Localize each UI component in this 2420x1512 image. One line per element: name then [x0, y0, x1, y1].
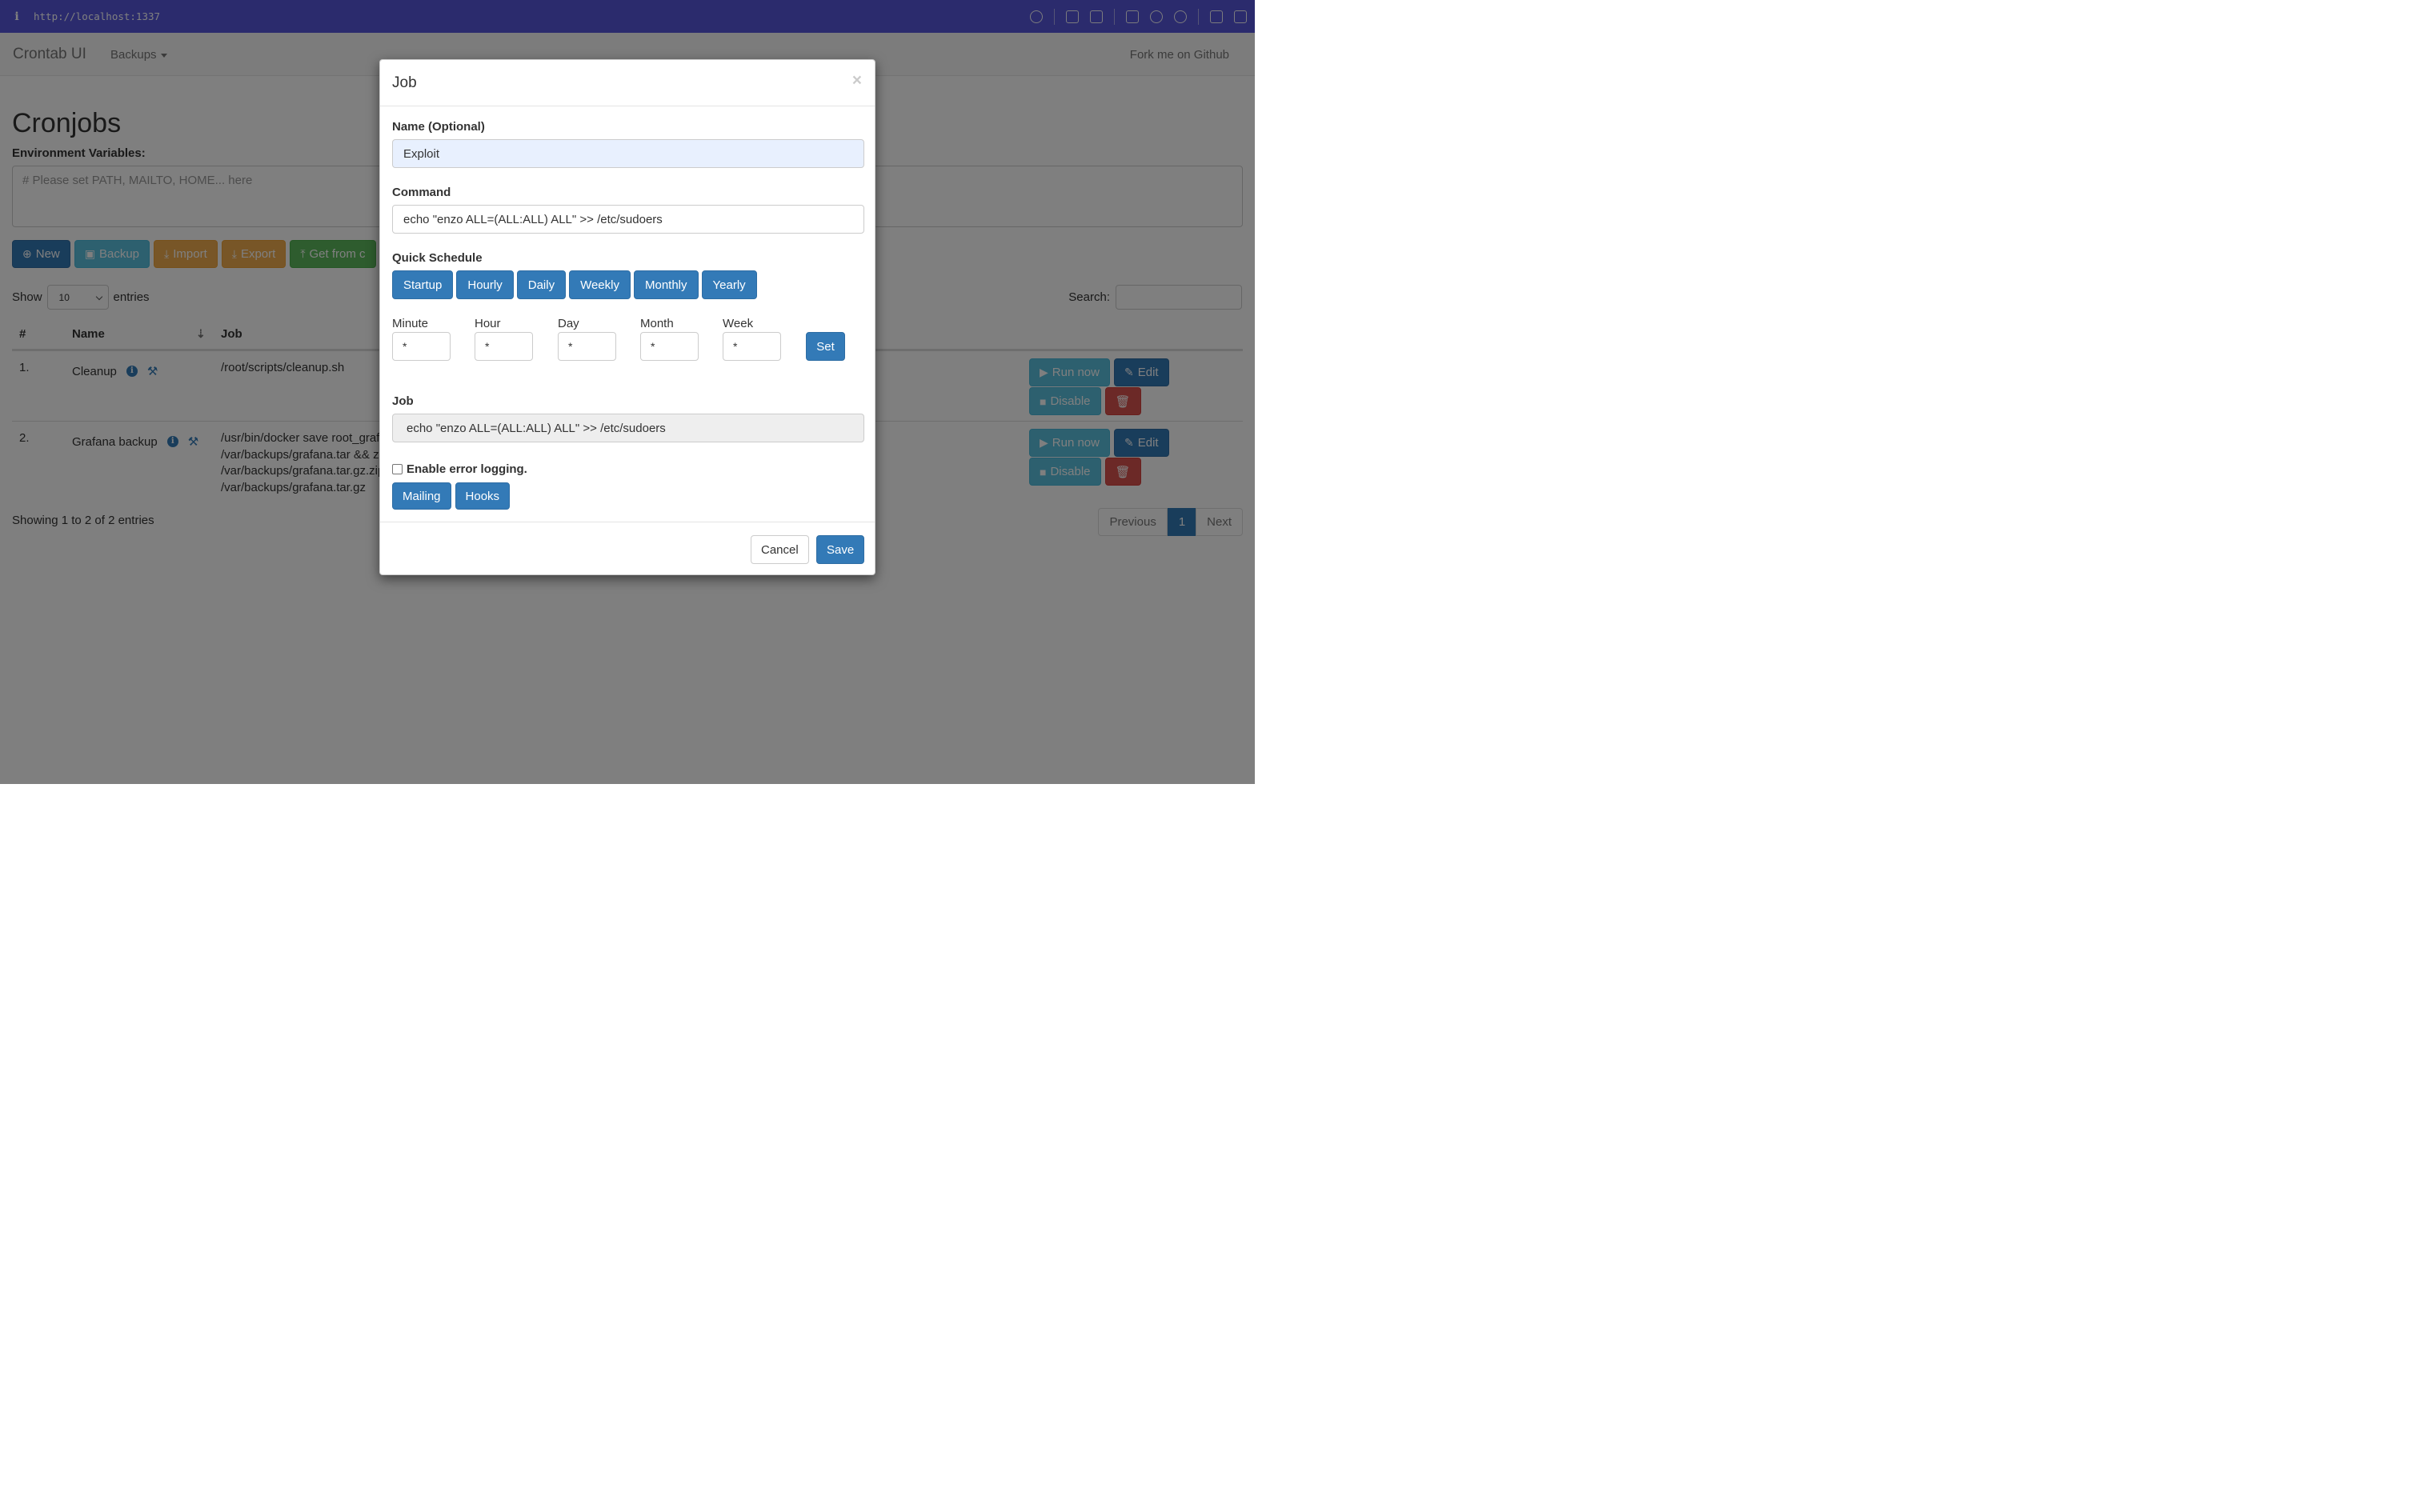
minute-input[interactable]: * — [392, 332, 451, 361]
error-logging-row: Enable error logging. — [392, 462, 527, 476]
yearly-button[interactable]: Yearly — [701, 270, 757, 299]
job-modal: Job × Name (Optional) Exploit Command ec… — [379, 59, 875, 575]
hourly-button[interactable]: Hourly — [456, 270, 514, 299]
options-buttons: Mailing Hooks — [392, 482, 511, 510]
minute-label: Minute — [392, 317, 429, 330]
save-button[interactable]: Save — [816, 535, 865, 564]
error-logging-label[interactable]: Enable error logging. — [407, 462, 527, 476]
close-icon[interactable]: × — [852, 71, 862, 90]
week-input[interactable]: * — [723, 332, 781, 361]
job-preview: echo "enzo ALL=(ALL:ALL) ALL" >> /etc/su… — [392, 414, 864, 442]
modal-footer: Cancel Save — [380, 522, 875, 574]
set-button[interactable]: Set — [806, 332, 845, 361]
modal-header: Job × — [380, 60, 875, 106]
command-label: Command — [392, 186, 451, 199]
quick-schedule-label: Quick Schedule — [392, 251, 483, 265]
quick-schedule-group: Startup Hourly Daily Weekly Monthly Year… — [392, 270, 757, 299]
month-input[interactable]: * — [640, 332, 699, 361]
startup-button[interactable]: Startup — [392, 270, 454, 299]
monthly-button[interactable]: Monthly — [633, 270, 699, 299]
modal-title: Job — [392, 74, 417, 91]
command-input[interactable]: echo "enzo ALL=(ALL:ALL) ALL" >> /etc/su… — [392, 205, 864, 234]
cancel-button[interactable]: Cancel — [751, 535, 809, 564]
week-label: Week — [723, 317, 754, 330]
day-input[interactable]: * — [558, 332, 616, 361]
mailing-button[interactable]: Mailing — [392, 482, 451, 510]
name-label: Name (Optional) — [392, 120, 485, 134]
weekly-button[interactable]: Weekly — [569, 270, 631, 299]
hour-label: Hour — [475, 317, 501, 330]
day-label: Day — [558, 317, 579, 330]
job-label: Job — [392, 394, 414, 408]
hour-input[interactable]: * — [475, 332, 533, 361]
error-logging-checkbox[interactable] — [392, 464, 403, 474]
daily-button[interactable]: Daily — [516, 270, 567, 299]
month-label: Month — [640, 317, 674, 330]
hooks-button[interactable]: Hooks — [455, 482, 511, 510]
name-input[interactable]: Exploit — [392, 139, 864, 168]
